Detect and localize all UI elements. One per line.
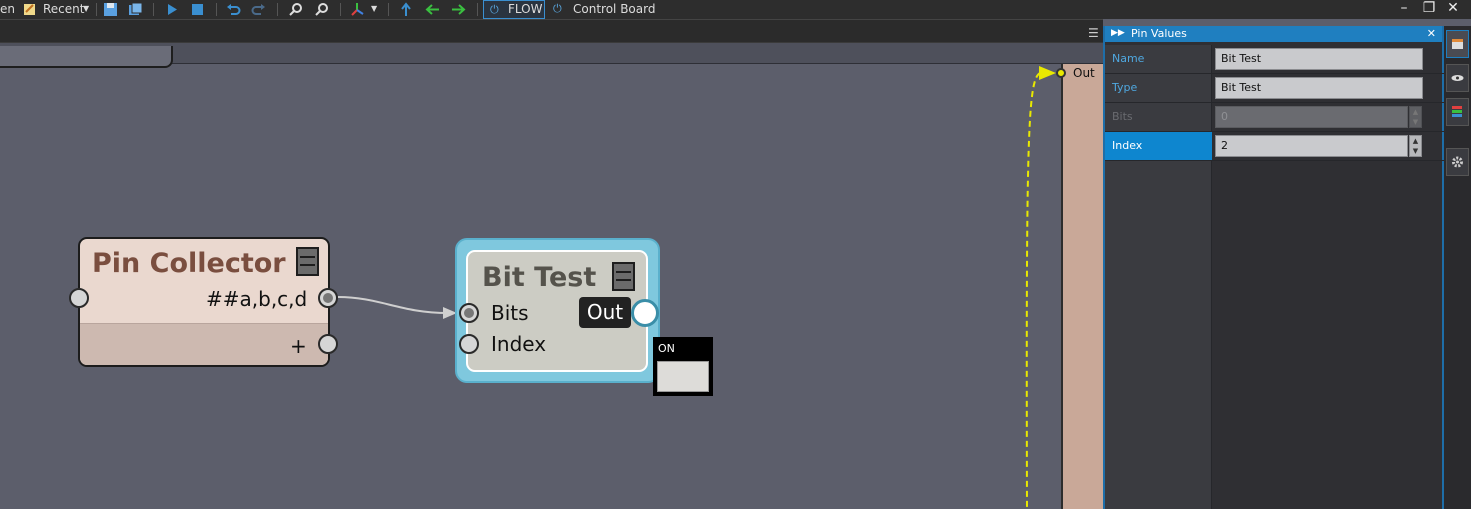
on-indicator-value <box>657 361 709 392</box>
property-row-index: Index 2 ▲ ▼ <box>1105 132 1444 161</box>
bits-field: 0 <box>1215 106 1408 128</box>
out-port-pin[interactable] <box>1056 68 1066 78</box>
save-all-icon[interactable] <box>128 2 143 17</box>
right-arrow-icon[interactable] <box>451 2 466 17</box>
bits-pin-label: Bits <box>491 301 529 325</box>
out-output-pin[interactable] <box>631 299 659 327</box>
layers-icon <box>1452 106 1462 117</box>
redo-icon[interactable] <box>251 2 266 17</box>
axis-dropdown-icon[interactable]: ▼ <box>371 0 377 19</box>
name-field[interactable]: Bit Test <box>1215 48 1423 70</box>
flow-label: FLOW <box>508 2 543 16</box>
partial-node[interactable] <box>0 46 173 68</box>
bit-test-title: Bit Test <box>482 262 597 293</box>
zoom-out-icon[interactable] <box>314 2 329 17</box>
recent-icon[interactable] <box>22 2 37 17</box>
maximize-icon[interactable]: ❐ <box>1419 0 1439 19</box>
pin-collector-add-pin[interactable] <box>318 334 338 354</box>
node-menu-icon[interactable] <box>612 262 635 291</box>
property-label: Name <box>1112 52 1145 65</box>
pin-collector-pin-label: ##a,b,c,d <box>206 287 308 311</box>
on-indicator: ON <box>653 337 713 396</box>
out-port-label: Out <box>1073 66 1095 80</box>
dock-properties-button[interactable] <box>1446 30 1469 58</box>
document-tab-strip <box>0 19 1103 43</box>
on-indicator-label: ON <box>658 342 675 355</box>
minimize-icon[interactable]: – <box>1394 0 1414 19</box>
control-board-power-icon[interactable]: ⏻ <box>553 0 562 19</box>
dock-settings-button[interactable] <box>1446 148 1469 176</box>
bits-input-pin[interactable] <box>459 303 479 323</box>
recent-menu[interactable]: Recent <box>43 0 84 19</box>
main-toolbar: en Recent ▼ ▼ ⏻ FLOW ⏻ Control Board – ❐… <box>0 0 1471 19</box>
left-arrow-icon[interactable] <box>425 2 440 17</box>
dock-view-button[interactable] <box>1446 64 1469 92</box>
index-spinner-icon[interactable]: ▲ ▼ <box>1409 135 1422 157</box>
flow-toggle-button[interactable]: ⏻ FLOW <box>483 0 545 19</box>
pin-values-header: ▶▶ Pin Values ✕ <box>1105 26 1442 42</box>
pin-values-panel: ▶▶ Pin Values ✕ Name Bit Test Type Bit T… <box>1103 26 1444 509</box>
add-pin-label[interactable]: + <box>290 334 307 358</box>
property-row-bits: Bits 0 ▲ ▼ <box>1105 103 1444 132</box>
index-field[interactable]: 2 <box>1215 135 1408 157</box>
power-icon: ⏻ <box>490 3 499 16</box>
panel-expand-icon[interactable]: ▶▶ <box>1111 26 1125 41</box>
panel-close-icon[interactable]: ✕ <box>1427 26 1436 41</box>
close-window-icon[interactable]: ✕ <box>1443 0 1463 19</box>
pin-collector-output-pin[interactable] <box>318 288 338 308</box>
control-board-button[interactable]: Control Board <box>573 0 655 19</box>
property-label: Bits <box>1112 110 1133 123</box>
output-node-edge[interactable] <box>1061 64 1103 509</box>
property-label: Type <box>1112 81 1138 94</box>
property-row-type: Type Bit Test <box>1105 74 1444 103</box>
out-port-arrow-icon <box>1039 66 1056 80</box>
tab-menu-icon[interactable]: ☰ <box>1088 26 1099 40</box>
type-field[interactable]: Bit Test <box>1215 77 1423 99</box>
stop-icon[interactable] <box>190 2 205 17</box>
play-icon[interactable] <box>165 2 180 17</box>
axis-icon[interactable] <box>350 2 365 17</box>
dock-layers-button[interactable] <box>1446 98 1469 126</box>
property-label: Index <box>1105 132 1212 160</box>
pin-collector-node[interactable]: Pin Collector ##a,b,c,d + <box>78 237 330 367</box>
pin-collector-input-pin[interactable] <box>69 288 89 308</box>
out-pin-label: Out <box>579 297 631 328</box>
gear-icon <box>1452 156 1463 168</box>
recent-dropdown-icon[interactable]: ▼ <box>83 0 89 19</box>
panel-title: Pin Values <box>1131 27 1187 40</box>
save-icon[interactable] <box>103 2 118 17</box>
index-input-pin[interactable] <box>459 334 479 354</box>
bits-spinner-icon: ▲ ▼ <box>1409 106 1422 128</box>
property-row-name: Name Bit Test <box>1105 45 1444 74</box>
open-menu-label[interactable]: en <box>0 0 15 19</box>
properties-icon <box>1452 39 1463 49</box>
up-arrow-icon[interactable] <box>399 2 414 17</box>
index-pin-label: Index <box>491 332 547 356</box>
eye-icon <box>1451 75 1464 81</box>
undo-icon[interactable] <box>226 2 241 17</box>
zoom-in-icon[interactable] <box>288 2 303 17</box>
node-menu-icon[interactable] <box>296 247 319 276</box>
right-dock <box>1444 26 1471 509</box>
pin-collector-title: Pin Collector <box>92 248 286 279</box>
